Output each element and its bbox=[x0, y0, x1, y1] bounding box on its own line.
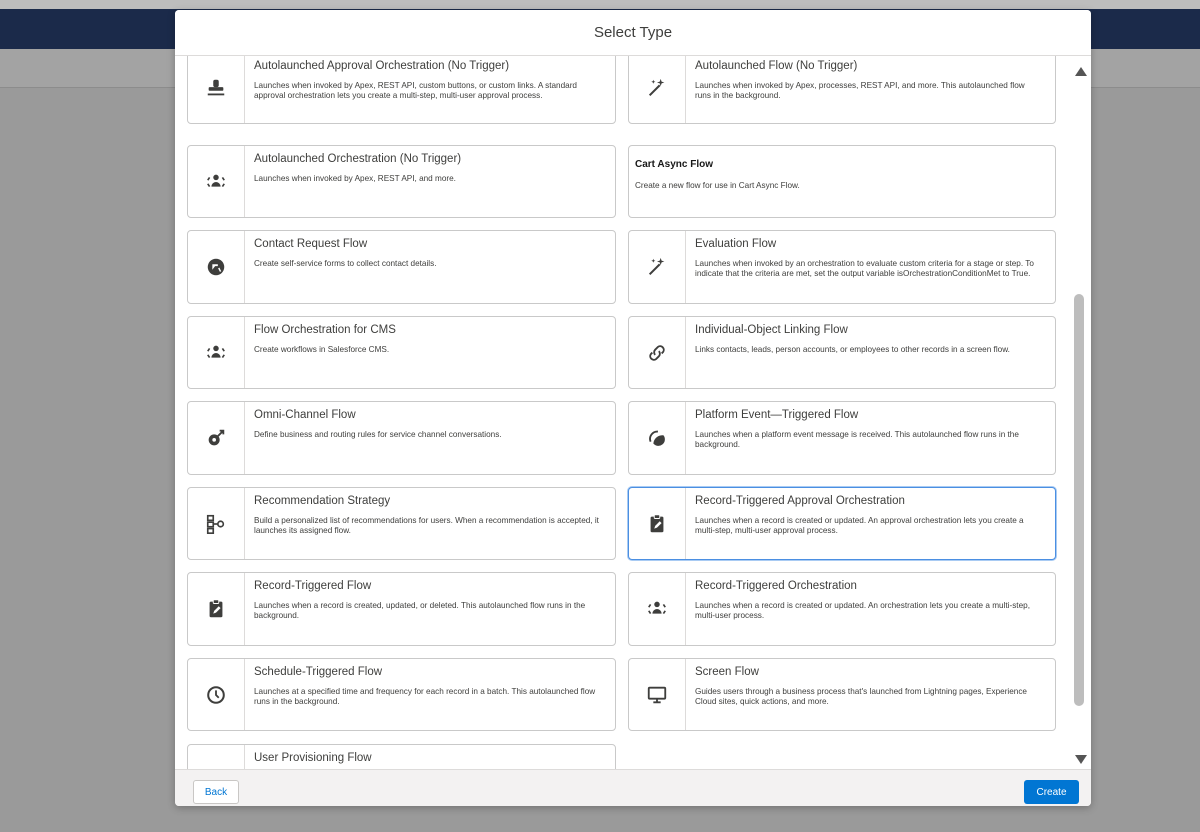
tile-description: Guides users through a business process … bbox=[695, 687, 1027, 706]
magic-wand-icon bbox=[629, 231, 686, 303]
tile-recommendation-strategy[interactable]: Recommendation Strategy Build a personal… bbox=[187, 487, 616, 560]
modal-footer: Back Create bbox=[175, 769, 1091, 806]
tile-title: Schedule-Triggered Flow bbox=[254, 666, 383, 678]
tile-title: Contact Request Flow bbox=[254, 238, 368, 250]
tile-user-provisioning-flow[interactable]: User Provisioning Flow bbox=[187, 744, 616, 769]
tile-description: Launches when invoked by Apex, processes… bbox=[695, 81, 1025, 100]
record-edit-icon bbox=[629, 488, 686, 559]
tile-description: Build a personalized list of recommendat… bbox=[254, 516, 599, 535]
tile-screen-flow[interactable]: Screen Flow Guides users through a busin… bbox=[628, 658, 1056, 731]
tile-record-triggered-flow[interactable]: Record-Triggered Flow Launches when a re… bbox=[187, 572, 616, 646]
modal-body: Autolaunched Approval Orchestration (No … bbox=[175, 56, 1091, 769]
stamp-icon bbox=[188, 56, 245, 123]
back-button[interactable]: Back bbox=[193, 780, 239, 804]
modal-header: Select Type bbox=[175, 10, 1091, 56]
tile-title: Recommendation Strategy bbox=[254, 495, 391, 507]
tile-title: Omni-Channel Flow bbox=[254, 409, 356, 421]
tile-description: Launches when a record is created or upd… bbox=[695, 516, 1024, 535]
tile-description: Links contacts, leads, person accounts, … bbox=[695, 345, 1010, 354]
tile-title: Record-Triggered Orchestration bbox=[695, 580, 857, 592]
record-edit-icon bbox=[188, 573, 245, 645]
select-type-modal: Select Type Autolaunched Approval Orches… bbox=[175, 10, 1091, 806]
contact-request-icon bbox=[188, 231, 245, 303]
tile-title: Autolaunched Orchestration (No Trigger) bbox=[254, 153, 462, 165]
tile-description: Define business and routing rules for se… bbox=[254, 430, 502, 439]
tile-title: Autolaunched Approval Orchestration (No … bbox=[254, 60, 510, 72]
orchestration-icon bbox=[188, 317, 245, 388]
tile-title: Individual-Object Linking Flow bbox=[695, 324, 848, 336]
scroll-up-icon[interactable] bbox=[1075, 67, 1087, 76]
orchestration-icon bbox=[629, 573, 686, 645]
tile-title: Screen Flow bbox=[695, 666, 759, 678]
tile-schedule-triggered-flow[interactable]: Schedule-Triggered Flow Launches at a sp… bbox=[187, 658, 616, 731]
tile-title: Autolaunched Flow (No Trigger) bbox=[695, 60, 858, 72]
link-icon bbox=[629, 317, 686, 388]
tile-description: Create workflows in Salesforce CMS. bbox=[254, 345, 390, 354]
scrollbar-thumb[interactable] bbox=[1074, 294, 1084, 706]
tile-platform-event-triggered-flow[interactable]: Platform Event—Triggered Flow Launches w… bbox=[628, 401, 1056, 475]
tile-description: Launches at a specified time and frequen… bbox=[254, 687, 596, 706]
tile-title: Flow Orchestration for CMS bbox=[254, 324, 396, 336]
tile-description: Launches when a record is created, updat… bbox=[254, 601, 586, 620]
tile-description: Launches when invoked by Apex, REST API,… bbox=[254, 81, 577, 100]
tile-title: User Provisioning Flow bbox=[254, 752, 372, 764]
magic-wand-icon bbox=[629, 56, 686, 123]
tile-autolaunched-approval-orchestration[interactable]: Autolaunched Approval Orchestration (No … bbox=[187, 56, 616, 124]
omni-channel-icon bbox=[188, 402, 245, 474]
tile-autolaunched-orchestration[interactable]: Autolaunched Orchestration (No Trigger) … bbox=[187, 145, 616, 218]
orchestration-icon bbox=[188, 146, 245, 217]
tile-title: Platform Event—Triggered Flow bbox=[695, 409, 859, 421]
platform-event-icon bbox=[629, 402, 686, 474]
tile-title: Record-Triggered Approval Orchestration bbox=[695, 495, 905, 507]
tile-omni-channel-flow[interactable]: Omni-Channel Flow Define business and ro… bbox=[187, 401, 616, 475]
clock-icon bbox=[188, 659, 245, 730]
tile-title: Cart Async Flow bbox=[635, 159, 713, 170]
tile-description: Launches when a platform event message i… bbox=[695, 430, 1019, 449]
tile-description: Launches when invoked by Apex, REST API,… bbox=[254, 174, 456, 183]
tile-description: Create self-service forms to collect con… bbox=[254, 259, 437, 268]
tile-contact-request-flow[interactable]: Contact Request Flow Create self-service… bbox=[187, 230, 616, 304]
tile-record-triggered-orchestration[interactable]: Record-Triggered Orchestration Launches … bbox=[628, 572, 1056, 646]
tile-description: Create a new flow for use in Cart Async … bbox=[635, 181, 800, 190]
tile-flow-orchestration-cms[interactable]: Flow Orchestration for CMS Create workfl… bbox=[187, 316, 616, 389]
monitor-icon bbox=[629, 659, 686, 730]
modal-title: Select Type bbox=[593, 24, 673, 41]
tile-evaluation-flow[interactable]: Evaluation Flow Launches when invoked by… bbox=[628, 230, 1056, 304]
strategy-icon bbox=[188, 488, 245, 559]
tile-autolaunched-flow[interactable]: Autolaunched Flow (No Trigger) Launches … bbox=[628, 56, 1056, 124]
create-button[interactable]: Create bbox=[1024, 780, 1079, 804]
tile-description: Launches when invoked by an orchestratio… bbox=[695, 259, 1034, 278]
tile-record-triggered-approval-orchestration[interactable]: Record-Triggered Approval Orchestration … bbox=[628, 487, 1056, 560]
tile-title: Evaluation Flow bbox=[695, 238, 777, 250]
user-icon bbox=[188, 745, 245, 769]
background-top-edge bbox=[0, 0, 1200, 9]
tile-description: Launches when a record is created or upd… bbox=[695, 601, 1030, 620]
tile-individual-object-linking-flow[interactable]: Individual-Object Linking Flow Links con… bbox=[628, 316, 1056, 389]
scroll-down-icon[interactable] bbox=[1075, 755, 1087, 764]
tile-title: Record-Triggered Flow bbox=[254, 580, 372, 592]
tile-cart-async-flow[interactable]: Cart Async Flow Create a new flow for us… bbox=[628, 145, 1056, 218]
